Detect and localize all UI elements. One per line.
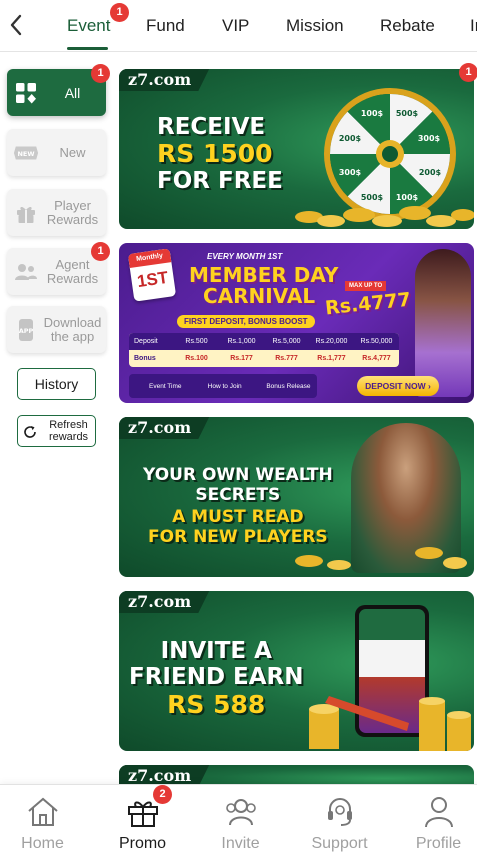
back-button[interactable] xyxy=(4,10,28,40)
member-day-title: MEMBER DAY CARNIVAL xyxy=(189,263,339,308)
model-portrait-image xyxy=(415,249,471,397)
nav-home[interactable]: Home xyxy=(0,785,90,868)
promo-banner-wealth-secrets[interactable]: z7.com YOUR OWN WEALTH SECRETS A MUST RE… xyxy=(119,417,474,577)
bottom-navigation: Home Promo 2 Invite Support Profile xyxy=(0,784,477,868)
sidebar-agent-badge: 1 xyxy=(91,242,110,261)
category-tabs: Event 1 Fund VIP Mission Rebate In xyxy=(46,0,477,52)
nav-support[interactable]: Support xyxy=(292,785,387,868)
app-download-icon: APP xyxy=(13,317,39,343)
headset-icon xyxy=(322,795,358,829)
event-info-strip: Event Time How to Join Bonus Release xyxy=(129,374,317,398)
tab-rebate[interactable]: Rebate xyxy=(380,16,435,36)
nav-promo[interactable]: Promo xyxy=(95,785,190,868)
promo-banner-member-day[interactable]: Monthly 1ST EVERY MONTH 1ST MEMBER DAY C… xyxy=(119,243,474,403)
history-label: History xyxy=(34,376,79,392)
nav-label: Invite xyxy=(221,835,260,852)
brand-logo: z7.com xyxy=(119,417,210,439)
nav-label: Promo xyxy=(118,835,167,852)
tab-mission[interactable]: Mission xyxy=(286,16,344,36)
user-icon xyxy=(421,795,457,829)
nav-label: Profile xyxy=(415,835,462,852)
bonus-table: Deposit Rs.500 Rs.1,000 Rs.5,000 Rs.20,0… xyxy=(129,333,399,367)
sidebar-item-download-app[interactable]: APP Download the app xyxy=(7,306,106,353)
wheel-label: 300$ xyxy=(418,134,441,143)
gift-icon xyxy=(13,200,39,226)
nav-label: Support xyxy=(311,835,368,852)
promo-badge: 2 xyxy=(153,785,172,804)
history-button[interactable]: History xyxy=(17,368,96,400)
svg-text:NEW: NEW xyxy=(17,150,34,158)
sidebar-item-label: Download the app xyxy=(43,314,102,344)
tab-event[interactable]: Event xyxy=(67,16,110,36)
tab-vip[interactable]: VIP xyxy=(222,16,249,36)
banner-headline: RECEIVE RS 1500 FOR FREE xyxy=(157,114,283,195)
wheel-label: 500$ xyxy=(396,109,419,118)
chevron-left-icon xyxy=(10,14,22,36)
banner-badge: 1 xyxy=(459,63,477,82)
nav-profile[interactable]: Profile xyxy=(391,785,477,868)
wheel-label: 200$ xyxy=(339,134,362,143)
tab-fund[interactable]: Fund xyxy=(146,16,185,36)
nav-label: Home xyxy=(21,835,64,852)
gold-coins-icon xyxy=(295,206,474,227)
calendar-icon: Monthly 1ST xyxy=(127,248,177,302)
sidebar-item-label: New xyxy=(59,144,86,160)
every-month-text: EVERY MONTH 1ST xyxy=(207,252,283,261)
sidebar-all-badge: 1 xyxy=(91,64,110,83)
promo-banner-receive-free[interactable]: z7.com RECEIVE RS 1500 FOR FREE 500$ 300… xyxy=(119,69,474,229)
refresh-rewards-button[interactable]: Refresh rewards xyxy=(17,415,96,447)
wheel-label: 100$ xyxy=(361,109,384,118)
banner-headline: INVITE A FRIEND EARN RS 588 xyxy=(129,638,304,720)
home-icon xyxy=(25,795,61,829)
wheel-label: 200$ xyxy=(419,168,442,177)
grid-icon xyxy=(13,80,39,106)
brand-logo: z7.com xyxy=(119,69,210,91)
agent-icon xyxy=(13,259,39,285)
top-tab-bar: Event 1 Fund VIP Mission Rebate In xyxy=(0,0,477,52)
sidebar-item-label: Player Rewards xyxy=(46,197,99,227)
tab-event-badge: 1 xyxy=(110,3,129,22)
sidebar-item-new[interactable]: NEW New xyxy=(7,129,106,176)
promo-banner-invite-friend[interactable]: z7.com INVITE A FRIEND EARN RS 588 xyxy=(119,591,474,751)
first-deposit-subtitle: FIRST DEPOSIT, BONUS BOOST xyxy=(177,315,315,328)
max-up-to-tag: MAX UP TO xyxy=(345,281,387,291)
invite-users-icon xyxy=(223,795,259,829)
svg-text:APP: APP xyxy=(19,327,34,335)
refresh-label: Refresh rewards xyxy=(48,419,89,443)
tab-invite-partial[interactable]: In xyxy=(470,16,477,36)
active-tab-indicator xyxy=(67,47,108,50)
sidebar-item-player-rewards[interactable]: Player Rewards xyxy=(7,189,106,236)
brand-logo: z7.com xyxy=(119,591,210,613)
gold-coins-icon xyxy=(295,547,467,570)
nav-invite[interactable]: Invite xyxy=(193,785,288,868)
new-tag-icon: NEW xyxy=(13,140,39,166)
gold-coins-icon xyxy=(309,696,471,751)
wheel-label: 300$ xyxy=(339,168,362,177)
deposit-now-button[interactable]: DEPOSIT NOW › xyxy=(357,376,439,396)
refresh-icon xyxy=(24,426,36,438)
